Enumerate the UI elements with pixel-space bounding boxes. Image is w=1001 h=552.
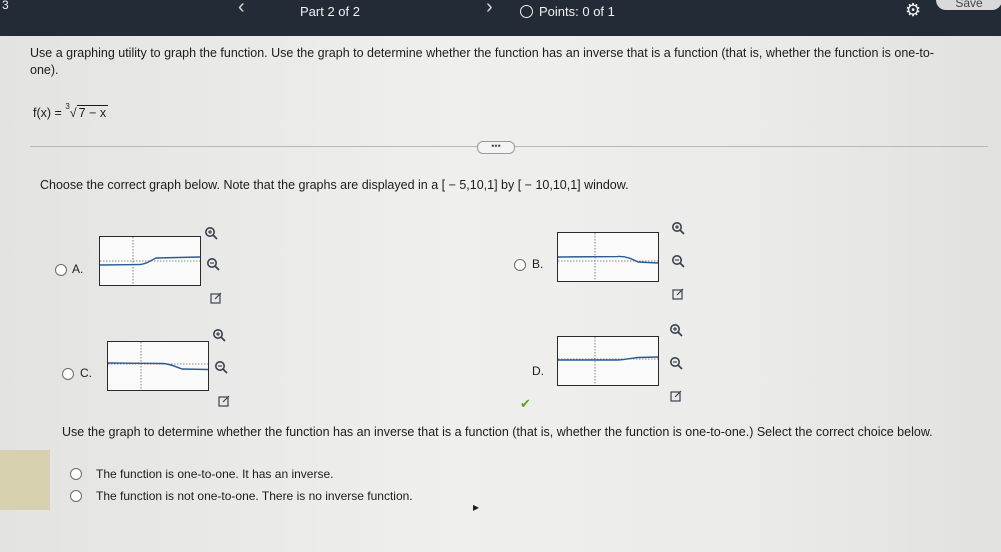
option-c-radio[interactable]: [62, 368, 74, 380]
option-c-zoom-in-icon[interactable]: [212, 328, 226, 342]
answer-label: The function is one-to-one. It has an in…: [96, 467, 334, 481]
option-c-label: C.: [80, 366, 92, 380]
gear-icon[interactable]: ⚙: [905, 0, 921, 21]
question-instruction: Use a graphing utility to graph the func…: [30, 46, 934, 77]
top-bar: 3 ‹ Part 2 of 2 › Points: 0 of 1 ⚙ Save: [0, 0, 1001, 36]
option-b-zoom-out-icon[interactable]: [671, 254, 685, 268]
function-lhs: f(x) =: [33, 106, 62, 120]
option-a-zoom-out-icon[interactable]: [206, 257, 220, 271]
points-circle-icon: [520, 5, 533, 18]
option-b-popout-icon[interactable]: [672, 287, 684, 300]
part2-prompt: Use the graph to determine whether the f…: [62, 425, 933, 439]
mouse-cursor-icon: ▸: [473, 500, 480, 514]
choose-graph-prompt: Choose the correct graph below. Note tha…: [40, 178, 629, 192]
answer-label: The function is not one-to-one. There is…: [96, 489, 413, 503]
option-a-zoom-in-icon[interactable]: [204, 226, 218, 240]
root-index: 3: [65, 102, 70, 111]
answer-choice-one-to-one[interactable]: The function is one-to-one. It has an in…: [70, 467, 333, 481]
option-a-label: A.: [72, 262, 84, 276]
option-d-graph: [557, 336, 659, 386]
next-part-button[interactable]: ›: [486, 0, 493, 19]
option-a-graph: [99, 236, 201, 286]
more-button[interactable]: •••: [477, 141, 515, 154]
option-c-zoom-out-icon[interactable]: [214, 360, 228, 374]
option-d-label: D.: [532, 364, 544, 378]
points-text: Points: 0 of 1: [539, 4, 615, 19]
option-c-graph: [107, 341, 209, 391]
points-display: Points: 0 of 1: [520, 4, 615, 19]
answer-radio[interactable]: [70, 468, 82, 480]
option-d-zoom-out-icon[interactable]: [669, 356, 683, 370]
option-d-popout-icon[interactable]: [670, 389, 682, 402]
question-panel: Use a graphing utility to graph the func…: [0, 36, 1001, 552]
option-b-graph: [557, 232, 659, 282]
prev-part-button[interactable]: ‹: [238, 0, 245, 19]
option-b-label: B.: [532, 257, 544, 271]
answer-radio[interactable]: [70, 490, 82, 502]
option-a-popout-icon[interactable]: [210, 291, 222, 304]
option-b-radio[interactable]: [514, 259, 526, 271]
option-c-popout-icon[interactable]: [218, 394, 230, 407]
radicand: 7 − x: [76, 105, 109, 120]
option-b-zoom-in-icon[interactable]: [671, 221, 685, 235]
left-highlight: [0, 450, 50, 510]
answer-choice-not-one-to-one[interactable]: The function is not one-to-one. There is…: [70, 489, 413, 503]
save-button[interactable]: Save: [936, 0, 1001, 10]
function-expression: f(x) = 3√ 7 − x: [33, 102, 109, 120]
question-number: 3: [2, 0, 9, 12]
option-d-zoom-in-icon[interactable]: [669, 323, 683, 337]
part-indicator: Part 2 of 2: [300, 4, 360, 19]
option-a-radio[interactable]: [55, 264, 67, 276]
cube-root: 3√ 7 − x: [65, 102, 109, 120]
selected-check-icon: ✔: [520, 396, 531, 411]
